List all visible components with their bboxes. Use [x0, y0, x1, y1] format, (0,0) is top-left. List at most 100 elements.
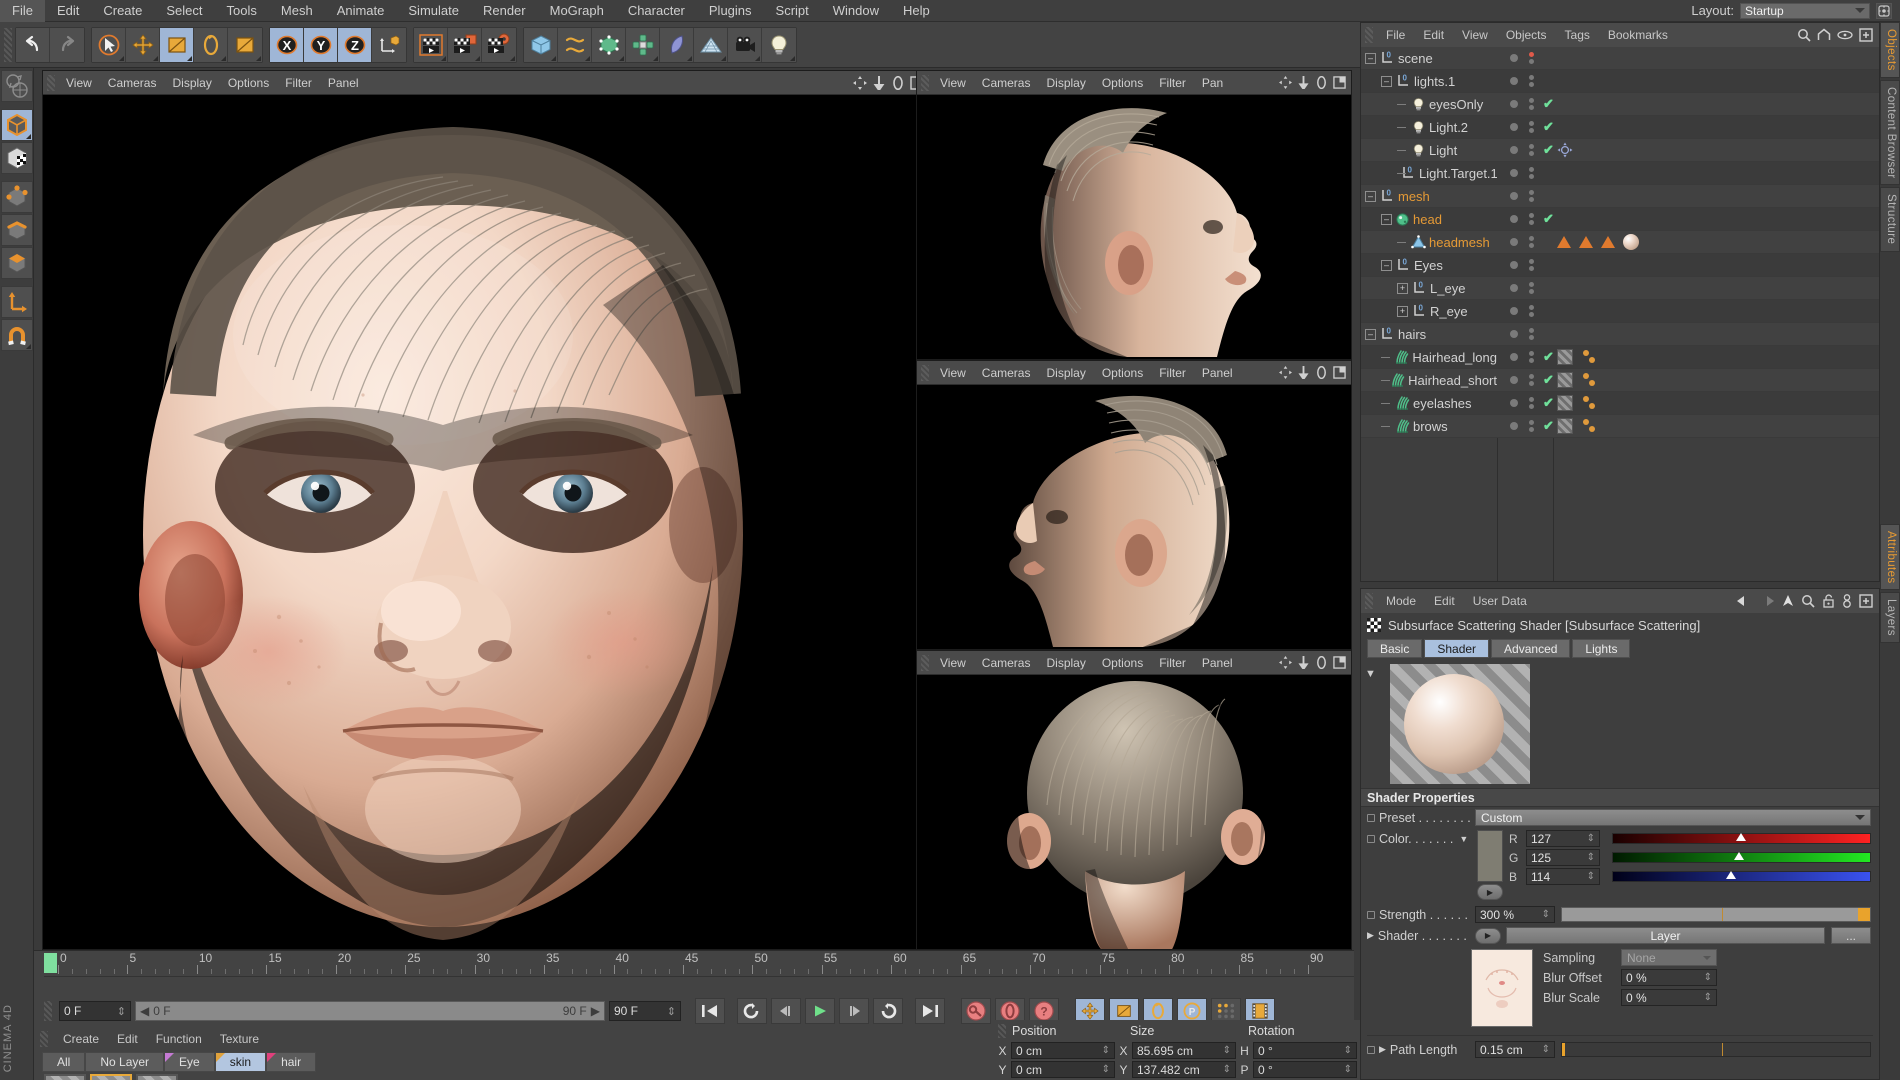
menu-select[interactable]: Select — [154, 0, 214, 22]
shader-preview-button[interactable]: ▶ — [1475, 927, 1501, 944]
object-visibility-dot[interactable] — [1501, 77, 1527, 85]
object-render-dots[interactable] — [1529, 420, 1534, 432]
viewport-menu-display[interactable]: Display — [1038, 71, 1093, 95]
path-length-field[interactable]: 0.15 cm ⇕ — [1475, 1041, 1555, 1058]
object-name[interactable]: hairs — [1398, 327, 1426, 342]
coord-position-field[interactable]: 0 cm ⇕ — [1011, 1042, 1115, 1059]
strength-anim-dot-icon[interactable] — [1367, 910, 1375, 919]
hair-material-tag[interactable] — [1557, 372, 1573, 388]
viewport-grip[interactable] — [921, 364, 929, 381]
dots-tag[interactable] — [1581, 395, 1597, 411]
viewport-menu-display[interactable]: Display — [164, 71, 219, 95]
object-enabled-check-icon[interactable]: ✔ — [1543, 418, 1554, 434]
menu-script[interactable]: Script — [764, 0, 821, 22]
material-thumb[interactable] — [44, 1074, 86, 1080]
coord-rotation-field[interactable]: 0 ° ⇕ — [1253, 1042, 1357, 1059]
menu-render[interactable]: Render — [471, 0, 538, 22]
right-viewport-top[interactable]: View Cameras Display Options Filter Pan — [916, 70, 1352, 360]
viewport-menu-view[interactable]: View — [58, 71, 100, 95]
material-menu-edit[interactable]: Edit — [108, 1032, 147, 1046]
object-render-dots[interactable] — [1529, 121, 1534, 133]
preset-anim-dot-icon[interactable] — [1367, 813, 1375, 822]
object-render-dots[interactable] — [1529, 351, 1534, 363]
object-row[interactable]: brows ✔ — [1361, 415, 1879, 438]
deformer-icon[interactable] — [660, 27, 694, 62]
object-render-dots[interactable] — [1529, 305, 1534, 317]
current-frame-field[interactable]: 0 F ⇕ — [59, 1001, 131, 1021]
rotate-icon[interactable] — [194, 27, 228, 62]
tree-expander-minus[interactable]: – — [1381, 75, 1392, 87]
viewport-menu-display[interactable]: Display — [1038, 361, 1093, 385]
nurbs-icon[interactable] — [592, 27, 626, 62]
attribute-tab-lights[interactable]: Lights — [1572, 639, 1631, 658]
object-name[interactable]: R_eye — [1430, 304, 1468, 319]
attribute-tab-advanced[interactable]: Advanced — [1491, 639, 1571, 658]
blur-offset-field[interactable]: 0 % ⇕ — [1621, 969, 1717, 986]
object-row[interactable]: Hairhead_short ✔ — [1361, 369, 1879, 392]
attribute-tab-basic[interactable]: Basic — [1367, 639, 1423, 658]
object-row[interactable]: +0 L_eye — [1361, 277, 1879, 300]
tree-expander-minus[interactable]: – — [1381, 259, 1392, 271]
object-render-dots[interactable] — [1529, 144, 1534, 156]
object-row[interactable]: Light ✔ — [1361, 139, 1879, 162]
play-button[interactable] — [805, 998, 835, 1024]
object-enabled-check-icon[interactable]: ✔ — [1543, 211, 1554, 227]
move-icon[interactable] — [126, 27, 160, 62]
object-render-dots[interactable] — [1529, 52, 1534, 64]
viewport-grip[interactable] — [921, 74, 929, 91]
spinner-icon[interactable]: ⇕ — [667, 1005, 676, 1018]
shader-layer-button[interactable]: Layer — [1506, 927, 1825, 944]
axis-x-icon[interactable]: X — [270, 27, 304, 62]
spinner-icon[interactable]: ⇕ — [1344, 1045, 1352, 1056]
texture-mode-icon[interactable] — [0, 142, 33, 174]
layout-config-icon[interactable] — [1876, 2, 1892, 19]
select-icon[interactable] — [92, 27, 126, 62]
object-name[interactable]: Light.2 — [1429, 120, 1468, 135]
coord-size-field[interactable]: 137.482 cm ⇕ — [1132, 1061, 1236, 1078]
preview-collapse-icon[interactable]: ▼ — [1365, 668, 1376, 680]
attribute-menu-mode[interactable]: Mode — [1377, 594, 1425, 608]
viewport-menu-view[interactable]: View — [932, 651, 974, 675]
spinner-icon[interactable]: ⇕ — [1223, 1064, 1231, 1075]
object-visibility-dot[interactable] — [1501, 169, 1527, 177]
object-row[interactable]: Hairhead_long ✔ — [1361, 346, 1879, 369]
camera-icon[interactable] — [728, 27, 762, 62]
color-anim-dot-icon[interactable] — [1367, 835, 1375, 843]
path-length-anim-dot-icon[interactable] — [1367, 1045, 1375, 1054]
end-frame-field[interactable]: 90 F ⇕ — [609, 1001, 681, 1021]
object-enabled-check-icon[interactable]: ✔ — [1543, 96, 1554, 112]
selection-tag[interactable] — [1579, 236, 1593, 248]
object-menu-view[interactable]: View — [1453, 28, 1497, 42]
object-name[interactable]: lights.1 — [1414, 74, 1455, 89]
object-enabled-check-icon[interactable]: ✔ — [1543, 372, 1554, 388]
attribute-menu-userdata[interactable]: User Data — [1464, 594, 1536, 608]
viewport-menu-options[interactable]: Options — [1094, 71, 1151, 95]
timeline-ruler-panel[interactable]: 0 5 10 15 20 25 30 35 40 45 50 55 60 65 70 75 80 85 90 — [34, 950, 1354, 994]
selection-tag[interactable] — [1601, 236, 1615, 248]
strength-knob[interactable] — [1858, 908, 1870, 921]
menu-plugins[interactable]: Plugins — [697, 0, 764, 22]
object-name[interactable]: Hairhead_short — [1408, 373, 1497, 388]
hair-material-tag[interactable] — [1557, 349, 1573, 365]
loop-forward-button[interactable] — [873, 998, 903, 1024]
dock-tab-layers[interactable]: Layers — [1880, 592, 1900, 644]
object-row[interactable]: eyesOnly ✔ — [1361, 93, 1879, 116]
color-r-field[interactable]: 127 ⇕ — [1526, 830, 1600, 847]
object-row[interactable]: – 0 lights.1 — [1361, 70, 1879, 93]
material-menu-texture[interactable]: Texture — [211, 1032, 268, 1046]
spinner-icon[interactable]: ⇕ — [1223, 1045, 1231, 1056]
blur-scale-field[interactable]: 0 % ⇕ — [1621, 989, 1717, 1006]
object-name[interactable]: head — [1413, 212, 1442, 227]
polygons-mode-icon[interactable] — [0, 247, 33, 279]
object-menu-tags[interactable]: Tags — [1556, 28, 1599, 42]
goto-end-button[interactable] — [915, 998, 945, 1024]
strength-field[interactable]: 300 % ⇕ — [1475, 906, 1555, 923]
material-layer-tab-hair[interactable]: hair — [266, 1052, 317, 1072]
object-render-dots[interactable] — [1529, 282, 1534, 294]
object-visibility-dot[interactable] — [1501, 399, 1527, 407]
object-visibility-dot[interactable] — [1501, 215, 1527, 223]
axis-z-icon[interactable]: Z — [338, 27, 372, 62]
object-render-dots[interactable] — [1529, 75, 1534, 87]
object-row[interactable]: +0 R_eye — [1361, 300, 1879, 323]
hair-material-tag[interactable] — [1557, 418, 1573, 434]
